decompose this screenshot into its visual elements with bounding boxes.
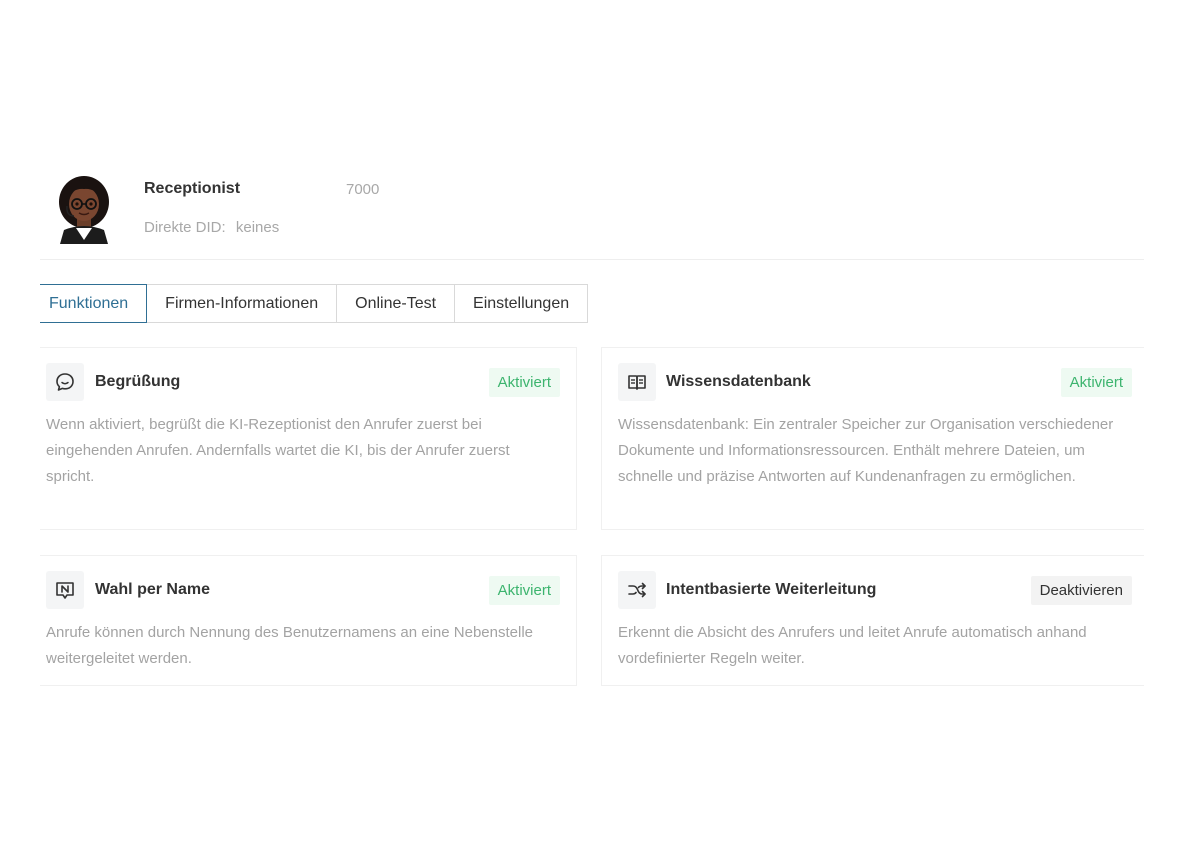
status-badge: Aktiviert	[1060, 368, 1132, 397]
chat-bubble-icon	[46, 363, 84, 401]
status-badge: Aktiviert	[488, 368, 560, 397]
agent-extension: 7000	[346, 181, 380, 198]
feature-description: Wenn aktiviert, begrüßt die KI-Rezeption…	[46, 416, 510, 485]
feature-card-begruessung: Begrüßung Aktiviert Wenn aktiviert, begr…	[40, 347, 577, 530]
page: Receptionist 7000 Direkte DID: keines Fu…	[0, 0, 1184, 864]
feature-description: Wissensdatenbank: Ein zentraler Speicher…	[618, 416, 1114, 485]
tab-funktionen[interactable]: Funktionen	[40, 284, 148, 323]
deactivate-button[interactable]: Deaktivieren	[1030, 576, 1132, 605]
tab-bar: Funktionen Firmen-Informationen Online-T…	[40, 284, 589, 323]
shuffle-icon	[618, 571, 656, 609]
feature-description: Erkennt die Absicht des Anrufers und lei…	[618, 624, 1087, 667]
agent-header: Receptionist 7000 Direkte DID: keines	[40, 160, 1144, 260]
feature-title: Intentbasierte Weiterleitung	[666, 581, 877, 598]
feature-card-intentbasierte-weiterleitung: Intentbasierte Weiterleitung Deaktiviere…	[601, 555, 1144, 686]
feature-description: Anrufe können durch Nennung des Benutzer…	[46, 624, 534, 667]
tab-firmen-informationen[interactable]: Firmen-Informationen	[147, 284, 338, 323]
name-dial-icon	[46, 571, 84, 609]
feature-card-wahl-per-name: Wahl per Name Aktiviert Anrufe können du…	[40, 555, 577, 686]
agent-name: Receptionist	[144, 180, 241, 197]
feature-title: Begrüßung	[95, 373, 181, 390]
did-row: Direkte DID: keines	[144, 219, 279, 236]
feature-title: Wissensdatenbank	[666, 373, 811, 390]
book-icon	[618, 363, 656, 401]
tab-online-test[interactable]: Online-Test	[337, 284, 456, 323]
did-value: keines	[235, 219, 280, 236]
did-label: Direkte DID:	[144, 219, 226, 236]
avatar	[52, 172, 116, 244]
tab-einstellungen[interactable]: Einstellungen	[455, 284, 589, 323]
feature-title: Wahl per Name	[95, 581, 210, 598]
feature-card-wissensdatenbank: Wissensdatenbank Aktiviert Wissensdatenb…	[601, 347, 1144, 530]
status-badge: Aktiviert	[488, 576, 560, 605]
